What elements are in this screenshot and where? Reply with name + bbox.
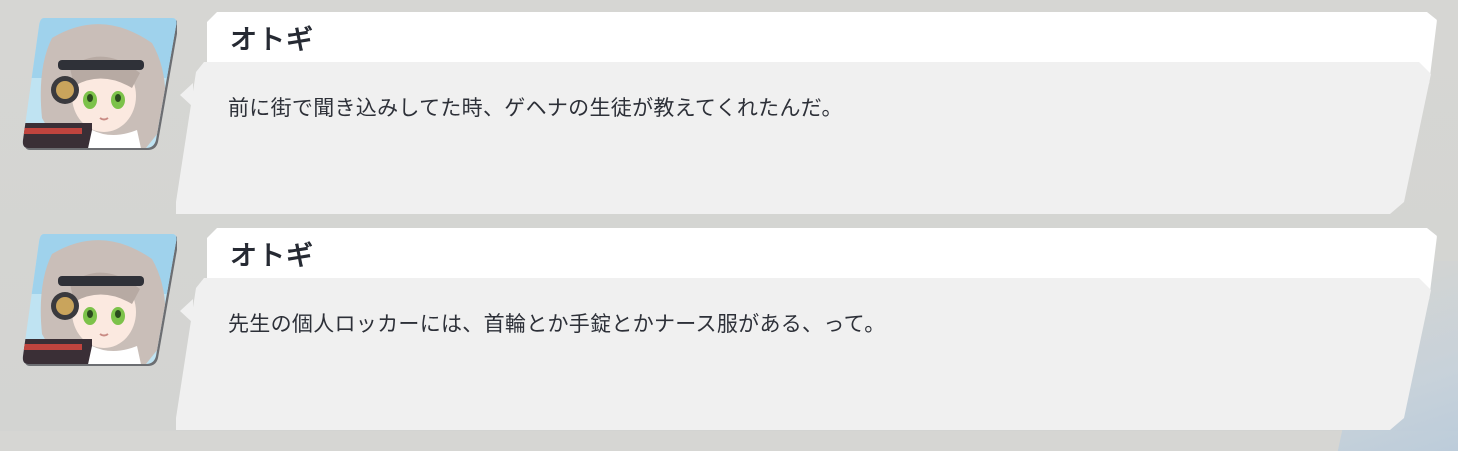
speech-bubble-tail <box>180 83 193 107</box>
chat-message: オトギ 先生の個人ロッカーには、首輪とか手錠とかナース服がある、って。 <box>0 216 1458 431</box>
speaker-name: オトギ <box>230 241 314 272</box>
avatar[interactable] <box>22 234 177 366</box>
speech-bubble <box>176 62 1431 214</box>
dialogue-text: 前に街で聞き込みしてた時、ゲヘナの生徒が教えてくれたんだ。 <box>228 96 843 120</box>
avatar[interactable] <box>22 18 177 150</box>
chat-message: オトギ 前に街で聞き込みしてた時、ゲヘナの生徒が教えてくれたんだ。 <box>0 0 1458 215</box>
character-portrait-icon <box>22 18 177 150</box>
dialogue-text: 先生の個人ロッカーには、首輪とか手錠とかナース服がある、って。 <box>228 312 886 336</box>
speech-bubble-tail <box>180 299 193 323</box>
character-portrait-icon <box>22 234 177 366</box>
speech-bubble-body <box>176 278 1431 430</box>
speech-bubble <box>176 278 1431 430</box>
speaker-name: オトギ <box>230 25 314 56</box>
speech-bubble-body <box>176 62 1431 214</box>
